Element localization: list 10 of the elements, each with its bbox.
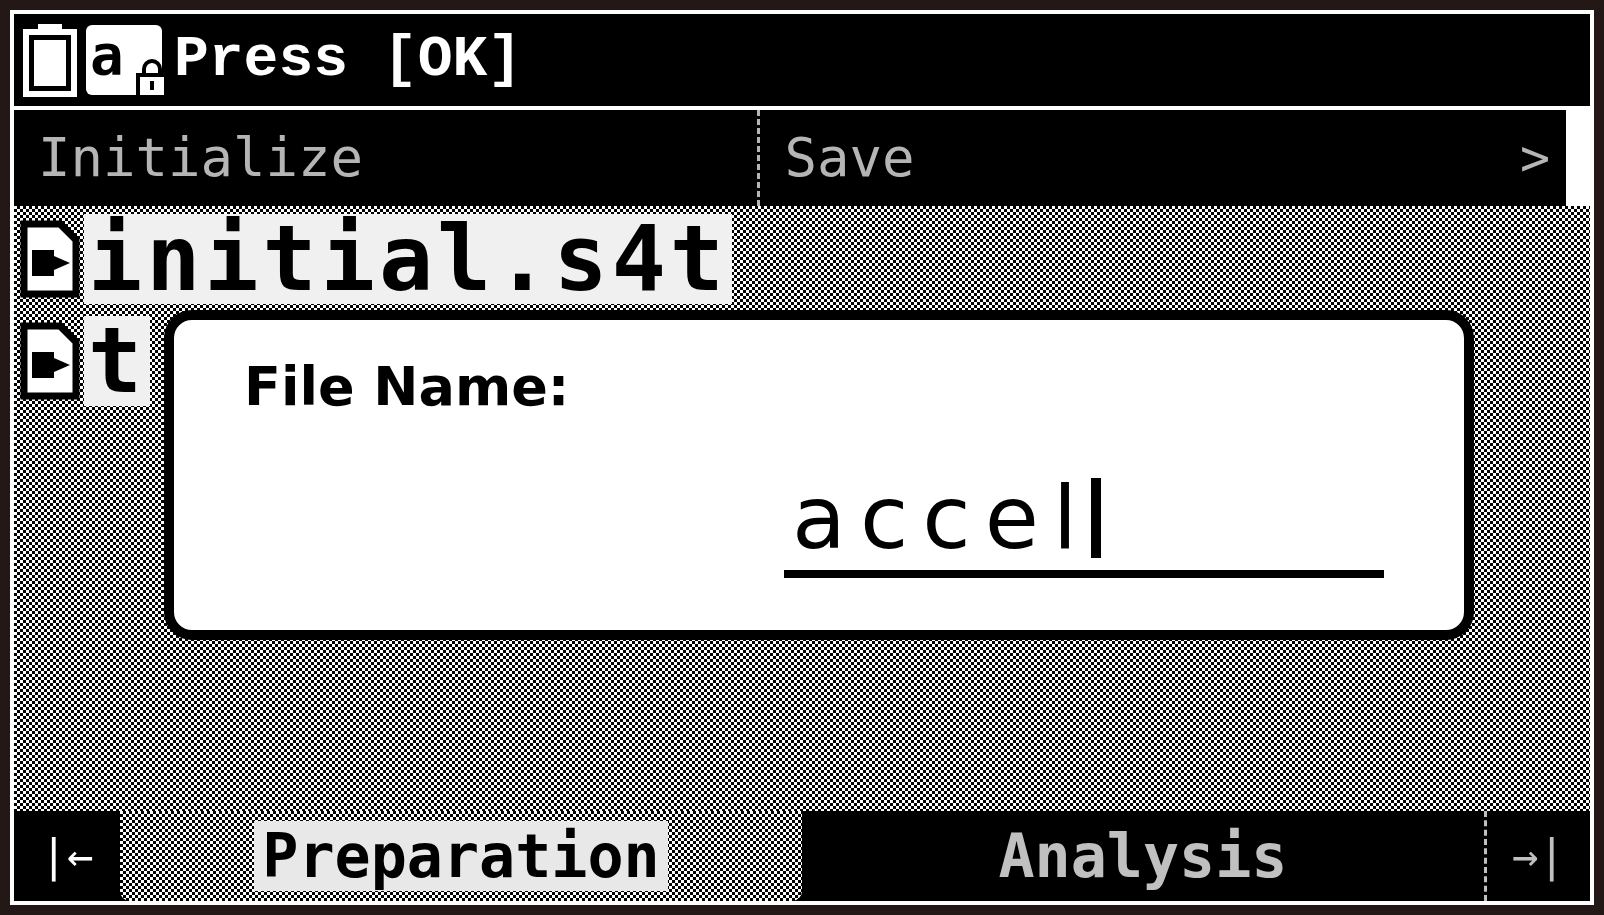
tab[interactable]: Preparation xyxy=(120,811,802,901)
battery-icon xyxy=(22,22,78,98)
file-icon xyxy=(18,220,80,298)
field-label: File Name: xyxy=(244,360,571,414)
file-name[interactable]: initial.s4t xyxy=(84,214,733,304)
status-message: Press [OK] xyxy=(174,31,523,89)
more-indicator[interactable]: > xyxy=(1503,120,1566,196)
file-icon xyxy=(18,322,80,400)
file-name[interactable]: t xyxy=(84,316,151,406)
file-name-field[interactable]: accel xyxy=(784,474,1384,578)
